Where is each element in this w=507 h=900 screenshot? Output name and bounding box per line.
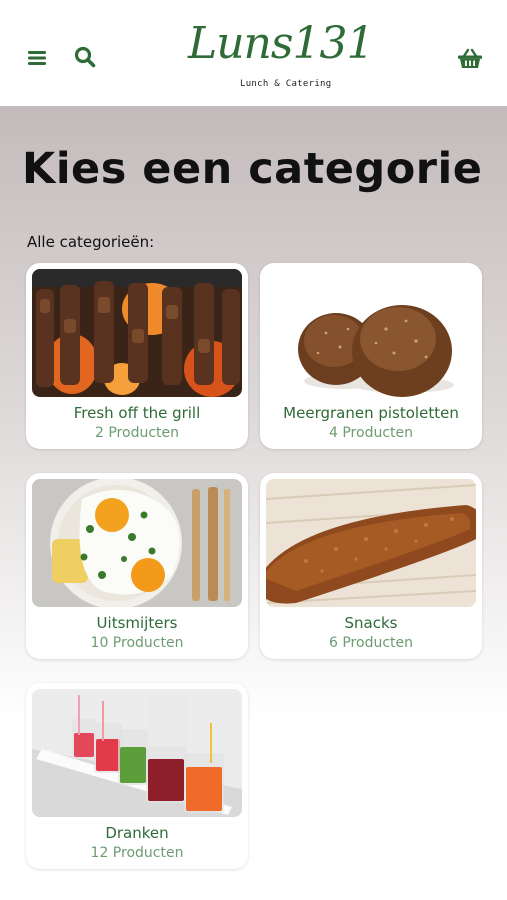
category-product-count: 6 Producten <box>329 635 413 651</box>
logo-subtitle: Lunch & Catering <box>240 79 332 89</box>
multigrain-rolls-image <box>266 269 476 397</box>
hamburger-menu-icon[interactable] <box>22 44 52 72</box>
logo-text: Luns131 <box>188 18 374 69</box>
category-card-dranken[interactable]: Dranken 12 Producten <box>26 683 248 869</box>
page-title: Kies een categorie <box>22 144 483 194</box>
brand-logo[interactable]: Luns131 Lunch & Catering <box>182 14 374 98</box>
top-navigation-bar: Luns131 Lunch & Catering <box>0 0 507 106</box>
search-icon[interactable] <box>70 42 100 72</box>
category-product-count: 4 Producten <box>329 425 413 441</box>
basket-icon[interactable] <box>454 44 486 74</box>
fried-eggs-image <box>32 479 242 607</box>
category-product-count: 2 Producten <box>95 425 179 441</box>
category-card-fresh-off-the-grill[interactable]: Fresh off the grill 2 Producten <box>26 263 248 449</box>
croquette-image <box>266 479 476 607</box>
juice-glasses-image <box>32 689 242 817</box>
category-card-snacks[interactable]: Snacks 6 Producten <box>260 473 482 659</box>
category-name: Meergranen pistoletten <box>283 404 459 422</box>
grilled-skewers-image <box>32 269 242 397</box>
category-name: Uitsmijters <box>96 614 178 632</box>
category-name: Dranken <box>105 824 169 842</box>
category-product-count: 10 Producten <box>90 635 184 651</box>
category-name: Snacks <box>344 614 398 632</box>
category-card-meergranen-pistoletten[interactable]: Meergranen pistoletten 4 Producten <box>260 263 482 449</box>
category-card-uitsmijters[interactable]: Uitsmijters 10 Producten <box>26 473 248 659</box>
categories-subheading: Alle categorieën: <box>27 233 155 251</box>
category-product-count: 12 Producten <box>90 845 184 861</box>
category-name: Fresh off the grill <box>73 404 201 422</box>
